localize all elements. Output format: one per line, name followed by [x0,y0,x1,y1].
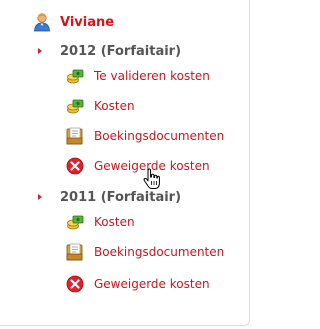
year-label[interactable]: 2012 (Forfaitair) [60,44,181,59]
expand-arrow-icon[interactable] [38,48,42,54]
document-folder-icon [66,243,83,261]
nav-item-label[interactable]: Kosten [94,99,135,113]
expand-arrow-icon[interactable] [38,194,42,200]
user-name[interactable]: Viviane [60,15,114,30]
nav-item-label[interactable]: Kosten [94,215,135,229]
nav-item-label[interactable]: Te valideren kosten [94,69,210,83]
user-header[interactable]: Viviane [32,11,114,33]
red-x-icon [66,275,84,293]
coins-icon [67,99,84,114]
year-node-2012[interactable]: 2012 (Forfaitair) [38,42,181,60]
coins-icon [67,69,84,84]
nav-item-label[interactable]: Boekingsdocumenten [94,245,224,259]
nav-item-te-valideren-kosten[interactable]: Te valideren kosten [66,66,210,86]
nav-item-label[interactable]: Geweigerde kosten [94,277,210,291]
red-x-icon [66,157,84,175]
user-icon [34,13,50,32]
nav-item-boekingsdocumenten[interactable]: Boekingsdocumenten [66,126,224,146]
coins-icon [67,215,84,230]
nav-item-kosten[interactable]: Kosten [66,96,135,116]
hand-cursor-icon [143,168,160,189]
nav-item-geweigerde-kosten[interactable]: Geweigerde kosten [66,156,210,176]
nav-item-label[interactable]: Boekingsdocumenten [94,129,224,143]
year-label[interactable]: 2011 (Forfaitair) [60,190,181,205]
navigation-panel: Viviane 2012 (Forfaitair) Te valideren k… [0,0,250,326]
nav-item-kosten[interactable]: Kosten [66,212,135,232]
document-folder-icon [66,127,83,145]
nav-item-boekingsdocumenten[interactable]: Boekingsdocumenten [66,242,224,262]
year-node-2011[interactable]: 2011 (Forfaitair) [38,188,181,206]
nav-item-geweigerde-kosten[interactable]: Geweigerde kosten [66,274,210,294]
